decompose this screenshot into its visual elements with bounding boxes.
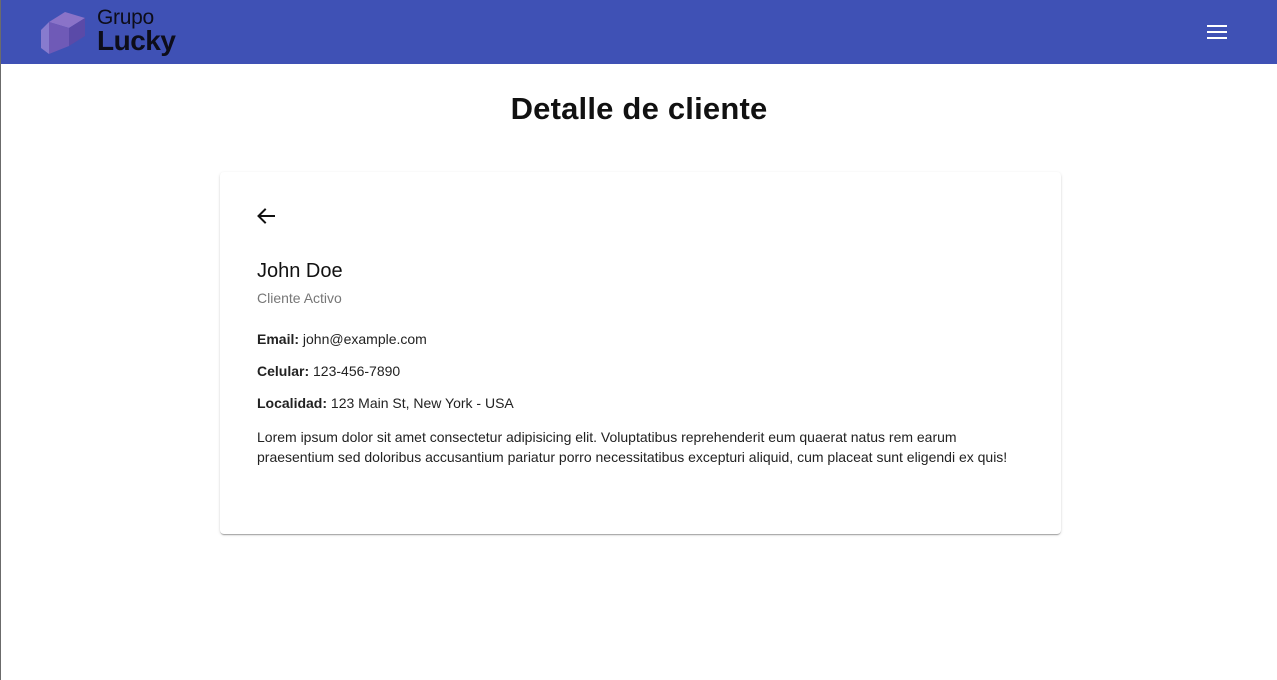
phone-value: 123-456-7890	[313, 363, 401, 379]
location-row: Localidad: 123 Main St, New York - USA	[257, 395, 514, 411]
hamburger-menu-icon	[1207, 25, 1227, 39]
email-label: Email:	[257, 331, 303, 347]
email-row: Email: john@example.com	[257, 331, 427, 347]
brand-logo[interactable]: Grupo Lucky	[39, 7, 176, 56]
arrow-left-icon	[257, 208, 275, 224]
app-bar: Grupo Lucky	[1, 0, 1277, 64]
brand-word-bottom: Lucky	[97, 25, 176, 56]
client-status: Cliente Activo	[257, 290, 342, 306]
phone-row: Celular: 123-456-7890	[257, 363, 400, 379]
brand-wordmark: Grupo Lucky	[97, 7, 176, 56]
phone-label: Celular:	[257, 363, 314, 379]
client-name: John Doe	[257, 260, 343, 282]
location-value: 123 Main St, New York - USA	[330, 395, 514, 411]
menu-button[interactable]	[1197, 12, 1237, 52]
back-button[interactable]	[248, 198, 284, 234]
client-detail-card: John Doe Cliente Activo Email: john@exam…	[220, 172, 1061, 534]
location-label: Localidad:	[257, 395, 331, 411]
page-title: Detalle de cliente	[510, 91, 768, 126]
email-value: john@example.com	[302, 331, 427, 347]
logo-mark-icon	[41, 12, 85, 54]
client-description: Lorem ipsum dolor sit amet consectetur a…	[257, 429, 1008, 465]
